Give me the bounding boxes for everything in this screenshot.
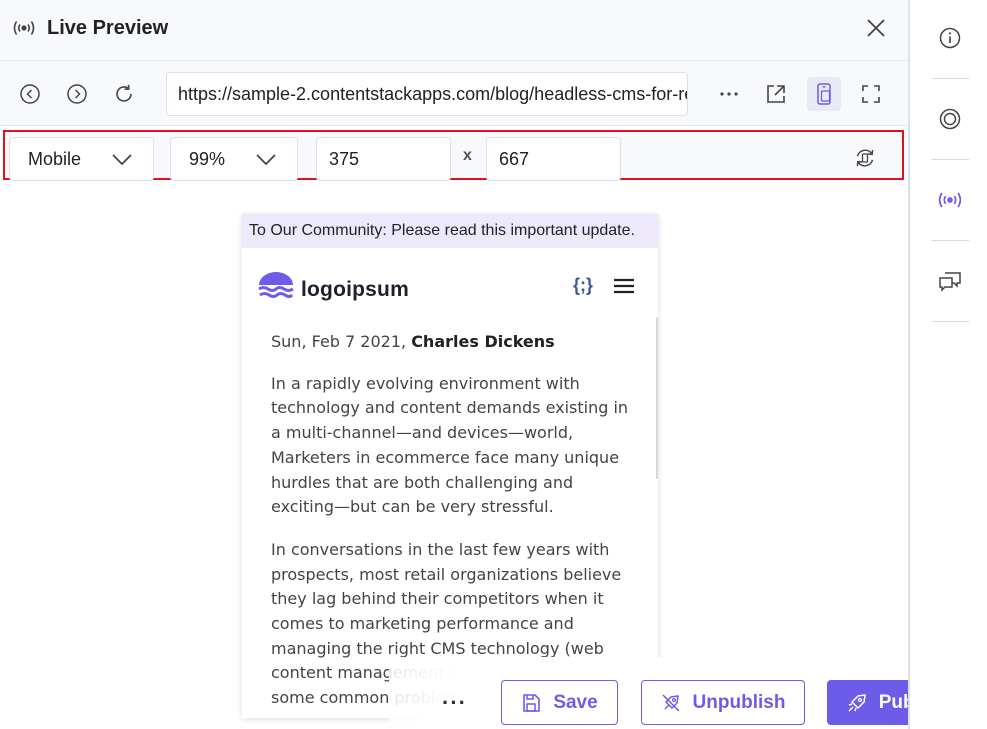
sidebar-item-comments[interactable] <box>930 261 970 301</box>
device-select-value: Mobile <box>28 149 82 169</box>
dimension-separator: x <box>463 147 472 164</box>
browser-toolbar: https://sample-2.contentstackapps.com/bl… <box>0 60 908 126</box>
unpublish-icon <box>662 693 680 712</box>
sidebar-item-live-preview[interactable] <box>930 180 970 220</box>
more-icon <box>720 92 738 96</box>
target-icon <box>939 108 961 130</box>
open-external-icon <box>767 85 785 103</box>
save-button[interactable]: Save <box>501 680 618 725</box>
article-meta: Sun, Feb 7 2021, Charles Dickens <box>271 330 631 355</box>
device-settings-bar: Mobile 99% 375 x 667 <box>3 130 904 181</box>
site-logo-text: logoipsum <box>301 278 409 301</box>
article-date: Sun, Feb 7 2021, <box>271 332 412 351</box>
device-select[interactable]: Mobile <box>9 137 154 181</box>
mobile-view-icon <box>817 83 831 105</box>
article-author: Charles Dickens <box>411 332 555 351</box>
mobile-preview-frame: To Our Community: Please read this impor… <box>242 214 658 718</box>
fullscreen-button[interactable] <box>858 81 884 107</box>
chevron-down-icon <box>112 154 132 166</box>
broadcast-icon <box>13 21 35 35</box>
zoom-select-value: 99% <box>189 149 226 169</box>
unpublish-button[interactable]: Unpublish <box>641 680 805 725</box>
back-button[interactable] <box>17 81 43 107</box>
height-input[interactable]: 667 <box>486 137 621 181</box>
sidebar-item-target[interactable] <box>930 99 970 139</box>
save-icon <box>523 693 541 712</box>
rocket-icon <box>848 693 866 712</box>
code-braces-icon[interactable]: {;} <box>573 275 593 296</box>
mobile-view-button[interactable] <box>807 77 841 111</box>
page-title: Live Preview <box>47 17 169 39</box>
sidebar-divider <box>932 321 969 322</box>
reload-button[interactable] <box>111 81 137 107</box>
hamburger-menu-icon[interactable] <box>612 276 636 296</box>
width-input[interactable]: 375 <box>316 137 451 181</box>
live-preview-panel: Live Preview https://sample-2.contentsta… <box>0 0 987 729</box>
sidebar-divider <box>932 240 969 241</box>
forward-icon <box>67 84 87 104</box>
sidebar-divider <box>932 78 969 79</box>
article-paragraph: In a rapidly evolving environment with t… <box>271 373 629 517</box>
comments-icon <box>939 272 961 292</box>
open-external-button[interactable] <box>763 81 789 107</box>
sidebar-divider <box>932 159 969 160</box>
unpublish-label: Unpublish <box>692 691 786 713</box>
broadcast-icon <box>938 192 962 208</box>
panel-header: Live Preview <box>0 0 908 60</box>
url-field[interactable]: https://sample-2.contentstackapps.com/bl… <box>166 72 688 116</box>
back-icon <box>20 84 40 104</box>
rotate-icon[interactable] <box>853 146 877 170</box>
more-options-button[interactable] <box>716 81 742 107</box>
announcement-banner[interactable]: To Our Community: Please read this impor… <box>242 214 658 248</box>
reload-icon <box>116 84 132 102</box>
fullscreen-icon <box>862 85 880 103</box>
forward-button[interactable] <box>64 81 90 107</box>
info-icon <box>939 27 961 49</box>
right-sidebar <box>908 0 987 729</box>
logo-icon <box>258 272 294 298</box>
close-icon[interactable] <box>864 16 888 40</box>
save-label: Save <box>553 691 598 713</box>
sidebar-item-info[interactable] <box>930 18 970 58</box>
more-actions-button[interactable]: ··· <box>442 690 467 716</box>
zoom-select[interactable]: 99% <box>170 137 298 181</box>
chevron-down-icon <box>256 154 276 166</box>
preview-scrollbar[interactable] <box>656 317 658 479</box>
